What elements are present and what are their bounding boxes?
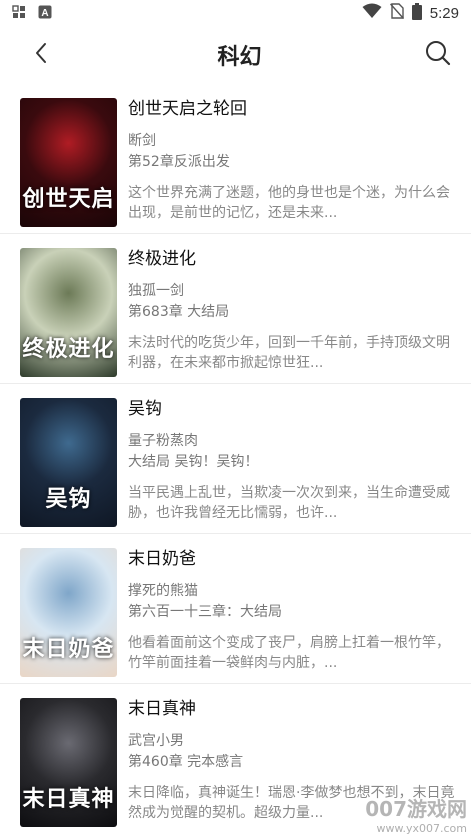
book-item[interactable]: 吴钩 吴钩 量子粉蒸肉 大结局 吴钩！吴钩！ 当平民遇上乱世，当欺凌一次次到来，…	[0, 384, 471, 534]
cover-title-art: 吴钩	[45, 487, 92, 512]
status-bar: A 5:29	[0, 0, 471, 26]
book-author: 独孤一剑	[128, 283, 184, 299]
book-item[interactable]: 末日奶爸 末日奶爸 撑死的熊猫 第六百一十三章：大结局 他看着面前这个变成了丧尸…	[0, 534, 471, 684]
watermark-url: www.yx007.com	[376, 822, 467, 835]
svg-text:A: A	[41, 8, 48, 19]
book-description: 末法时代的吃货少年，回到一千年前，手持顶级文明利器，在未来都市掀起惊世狂...	[128, 335, 450, 371]
book-latest-chapter: 第460章 完本感言	[128, 754, 244, 770]
book-latest-chapter: 第52章反派出发	[128, 154, 230, 170]
battery-icon	[411, 2, 422, 24]
book-description: 当平民遇上乱世，当欺凌一次次到来，当生命遭受威胁，也许我曾经无比懦弱，也许...	[128, 485, 450, 521]
cover-title-art: 末日真神	[22, 787, 115, 812]
no-sim-icon	[389, 3, 404, 23]
book-cover: 末日奶爸	[20, 548, 117, 677]
book-author: 武宫小男	[128, 733, 184, 749]
book-cover: 创世天启	[20, 98, 117, 227]
book-title: 终极进化	[128, 249, 196, 269]
search-button[interactable]	[423, 40, 453, 70]
book-author: 撑死的熊猫	[128, 583, 198, 599]
book-description: 他看着面前这个变成了丧尸，肩膀上扛着一根竹竿，竹竿前面挂着一袋鲜肉与内脏，...	[128, 635, 450, 671]
wifi-icon	[362, 3, 382, 23]
cover-title-art: 创世天启	[22, 187, 115, 212]
status-time: 5:29	[429, 4, 459, 22]
cover-title-art: 末日奶爸	[22, 637, 115, 662]
back-button[interactable]	[26, 40, 56, 70]
book-latest-chapter: 大结局 吴钩！吴钩！	[128, 454, 259, 470]
book-title: 末日真神	[128, 699, 196, 719]
book-title: 创世天启之轮回	[128, 99, 247, 119]
book-title: 吴钩	[128, 399, 162, 419]
book-item[interactable]: 创世天启 创世天启之轮回 断剑 第52章反派出发 这个世界充满了迷题，他的身世也…	[0, 84, 471, 234]
book-author: 量子粉蒸肉	[128, 433, 198, 449]
page-title: 科幻	[217, 45, 262, 70]
book-latest-chapter: 第683章 大结局	[128, 304, 230, 320]
cover-title-art: 终极进化	[22, 337, 115, 362]
watermark: 007游戏网 www.yx007.com	[365, 793, 467, 835]
search-icon	[425, 40, 451, 70]
header: 科幻	[0, 26, 471, 84]
book-cover: 终极进化	[20, 248, 117, 377]
book-description: 这个世界充满了迷题，他的身世也是个迷，为什么会出现，是前世的记忆，还是未来...	[128, 185, 450, 221]
book-latest-chapter: 第六百一十三章：大结局	[128, 604, 282, 620]
book-list: 创世天启 创世天启之轮回 断剑 第52章反派出发 这个世界充满了迷题，他的身世也…	[0, 84, 471, 834]
book-title: 末日奶爸	[128, 549, 196, 569]
watermark-main: 007游戏网	[365, 797, 467, 821]
book-item[interactable]: 终极进化 终极进化 独孤一剑 第683章 大结局 末法时代的吃货少年，回到一千年…	[0, 234, 471, 384]
a-letter-icon: A	[38, 4, 52, 23]
chevron-left-icon	[34, 42, 48, 68]
notification-grid-icon	[12, 4, 26, 23]
book-cover: 吴钩	[20, 398, 117, 527]
book-author: 断剑	[128, 133, 156, 149]
book-cover: 末日真神	[20, 698, 117, 827]
